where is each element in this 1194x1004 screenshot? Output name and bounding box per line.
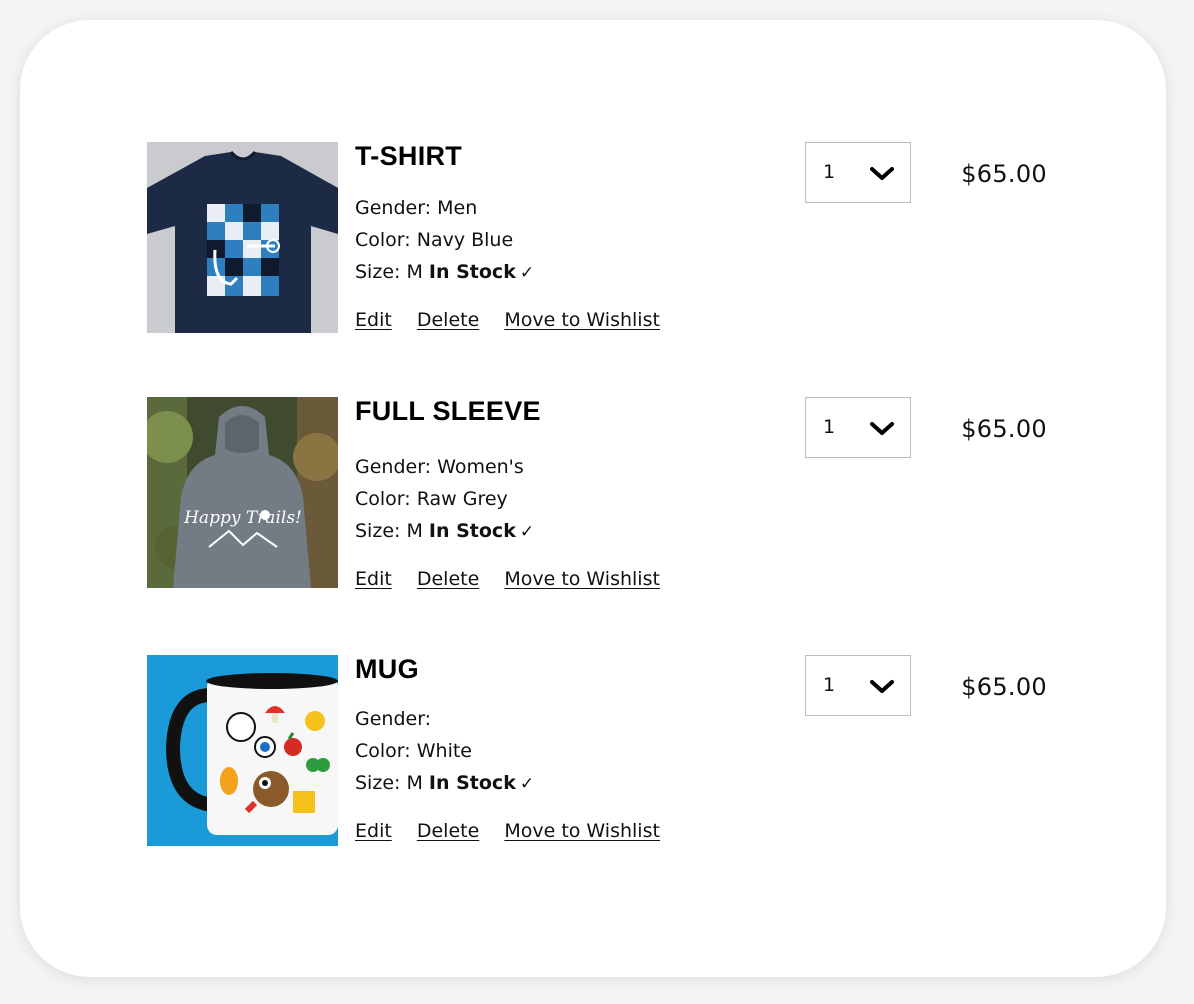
color-label: Color:: [355, 229, 411, 251]
mug-image[interactable]: [147, 655, 338, 846]
move-to-wishlist-link[interactable]: Move to Wishlist: [504, 820, 660, 842]
item-attributes: Gender: Color: White Size: M In Stock ✓: [355, 703, 775, 800]
cart-item: T-SHIRT Gender: Men Color: Navy Blue Siz…: [147, 142, 1067, 334]
checkmark-icon: ✓: [519, 774, 535, 794]
checkmark-icon: ✓: [519, 522, 535, 542]
hoodie-image[interactable]: Happy Trails!: [147, 397, 338, 588]
color-label: Color:: [355, 488, 411, 510]
item-attributes: Gender: Men Color: Navy Blue Size: M In …: [355, 192, 775, 289]
item-actions: Edit Delete Move to Wishlist: [355, 309, 775, 331]
delete-link[interactable]: Delete: [417, 820, 479, 842]
item-title: MUG: [355, 654, 419, 684]
quantity-select[interactable]: 1: [805, 655, 911, 716]
item-info: MUG Gender: Color: White Size: M In Stoc…: [355, 655, 775, 842]
hoodie-image-art: Happy Trails!: [147, 397, 338, 588]
mug-image-art: [147, 655, 338, 846]
size-value: M: [406, 520, 423, 542]
item-title: T-SHIRT: [355, 141, 463, 171]
size-label: Size:: [355, 772, 401, 794]
edit-link[interactable]: Edit: [355, 820, 392, 842]
color-value: Navy Blue: [416, 229, 514, 251]
item-info: FULL SLEEVE Gender: Women's Color: Raw G…: [355, 397, 775, 590]
cart-item: Happy Trails! FULL SLEEVE Gender: Women'…: [147, 397, 1067, 590]
gender-label: Gender:: [355, 708, 432, 730]
edit-link[interactable]: Edit: [355, 309, 392, 331]
stock-status: In Stock: [428, 772, 516, 794]
size-value: M: [406, 772, 423, 794]
gender-row: Gender: Men: [355, 192, 775, 224]
color-label: Color:: [355, 740, 411, 762]
color-row: Color: Raw Grey: [355, 483, 775, 515]
move-to-wishlist-link[interactable]: Move to Wishlist: [504, 568, 660, 590]
quantity-value: 1: [823, 416, 836, 438]
color-value: White: [416, 740, 472, 762]
size-row: Size: M In Stock ✓: [355, 515, 775, 548]
hoodie-print-text: Happy Trails!: [183, 508, 302, 528]
quantity-select[interactable]: 1: [805, 142, 911, 203]
quantity-select[interactable]: 1: [805, 397, 911, 458]
item-actions: Edit Delete Move to Wishlist: [355, 568, 775, 590]
stock-status: In Stock: [428, 520, 516, 542]
item-price: $65.00: [961, 673, 1047, 701]
size-row: Size: M In Stock ✓: [355, 767, 775, 800]
color-value: Raw Grey: [416, 488, 508, 510]
cart-card: T-SHIRT Gender: Men Color: Navy Blue Siz…: [20, 20, 1166, 977]
size-value: M: [406, 261, 423, 283]
stock-status: In Stock: [428, 261, 516, 283]
tshirt-image-art: [147, 142, 338, 333]
checkmark-icon: ✓: [519, 263, 535, 283]
item-info: T-SHIRT Gender: Men Color: Navy Blue Siz…: [355, 142, 775, 331]
gender-label: Gender:: [355, 197, 432, 219]
color-row: Color: Navy Blue: [355, 224, 775, 256]
color-row: Color: White: [355, 735, 775, 767]
gender-row: Gender:: [355, 703, 775, 735]
edit-link[interactable]: Edit: [355, 568, 392, 590]
quantity-value: 1: [823, 674, 836, 696]
size-row: Size: M In Stock ✓: [355, 256, 775, 289]
cart-item: MUG Gender: Color: White Size: M In Stoc…: [147, 655, 1067, 847]
item-attributes: Gender: Women's Color: Raw Grey Size: M …: [355, 451, 775, 548]
chevron-down-icon: [870, 422, 894, 435]
delete-link[interactable]: Delete: [417, 309, 479, 331]
gender-row: Gender: Women's: [355, 451, 775, 483]
delete-link[interactable]: Delete: [417, 568, 479, 590]
gender-value: Men: [437, 197, 478, 219]
item-actions: Edit Delete Move to Wishlist: [355, 820, 775, 842]
size-label: Size:: [355, 520, 401, 542]
tshirt-image[interactable]: [147, 142, 338, 333]
quantity-value: 1: [823, 161, 836, 183]
item-price: $65.00: [961, 415, 1047, 443]
chevron-down-icon: [870, 680, 894, 693]
gender-value: Women's: [437, 456, 524, 478]
move-to-wishlist-link[interactable]: Move to Wishlist: [504, 309, 660, 331]
size-label: Size:: [355, 261, 401, 283]
item-title: FULL SLEEVE: [355, 396, 541, 426]
chevron-down-icon: [870, 167, 894, 180]
item-price: $65.00: [961, 160, 1047, 188]
gender-label: Gender:: [355, 456, 432, 478]
